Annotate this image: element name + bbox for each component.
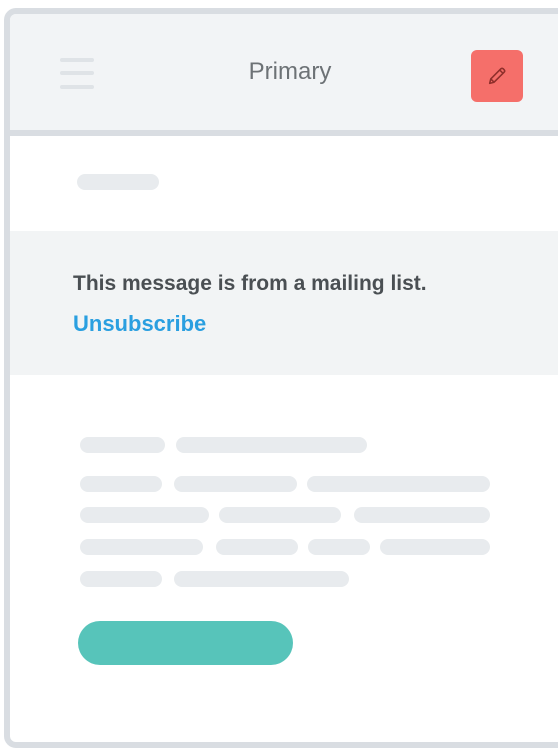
- page-title: Primary: [248, 58, 332, 85]
- text-line-placeholder: [219, 507, 341, 523]
- hamburger-menu-icon[interactable]: [60, 58, 94, 90]
- text-line-placeholder: [354, 507, 490, 523]
- text-line-placeholder: [80, 437, 165, 453]
- text-line-placeholder: [176, 437, 367, 453]
- text-line-placeholder: [216, 539, 298, 555]
- text-line-placeholder: [80, 539, 203, 555]
- unsubscribe-link[interactable]: Unsubscribe: [73, 311, 206, 337]
- mailing-list-notice-text: This message is from a mailing list.: [73, 272, 427, 295]
- mail-app-frame: Primary This message is from a mailing l…: [4, 8, 558, 748]
- menu-bar: [60, 85, 94, 89]
- text-line-placeholder: [307, 476, 490, 492]
- compose-button[interactable]: [471, 50, 523, 102]
- text-line-placeholder: [174, 476, 297, 492]
- text-line-placeholder: [80, 571, 162, 587]
- pencil-icon: [488, 67, 506, 85]
- sender-placeholder: [77, 174, 159, 190]
- call-to-action-button[interactable]: [78, 621, 293, 665]
- app-header: Primary: [10, 14, 558, 136]
- text-line-placeholder: [380, 539, 490, 555]
- text-line-placeholder: [174, 571, 349, 587]
- menu-bar: [60, 71, 94, 75]
- menu-bar: [60, 58, 94, 62]
- text-line-placeholder: [308, 539, 370, 555]
- text-line-placeholder: [80, 476, 162, 492]
- mailing-list-notice: This message is from a mailing list. Uns…: [10, 231, 558, 375]
- text-line-placeholder: [80, 507, 209, 523]
